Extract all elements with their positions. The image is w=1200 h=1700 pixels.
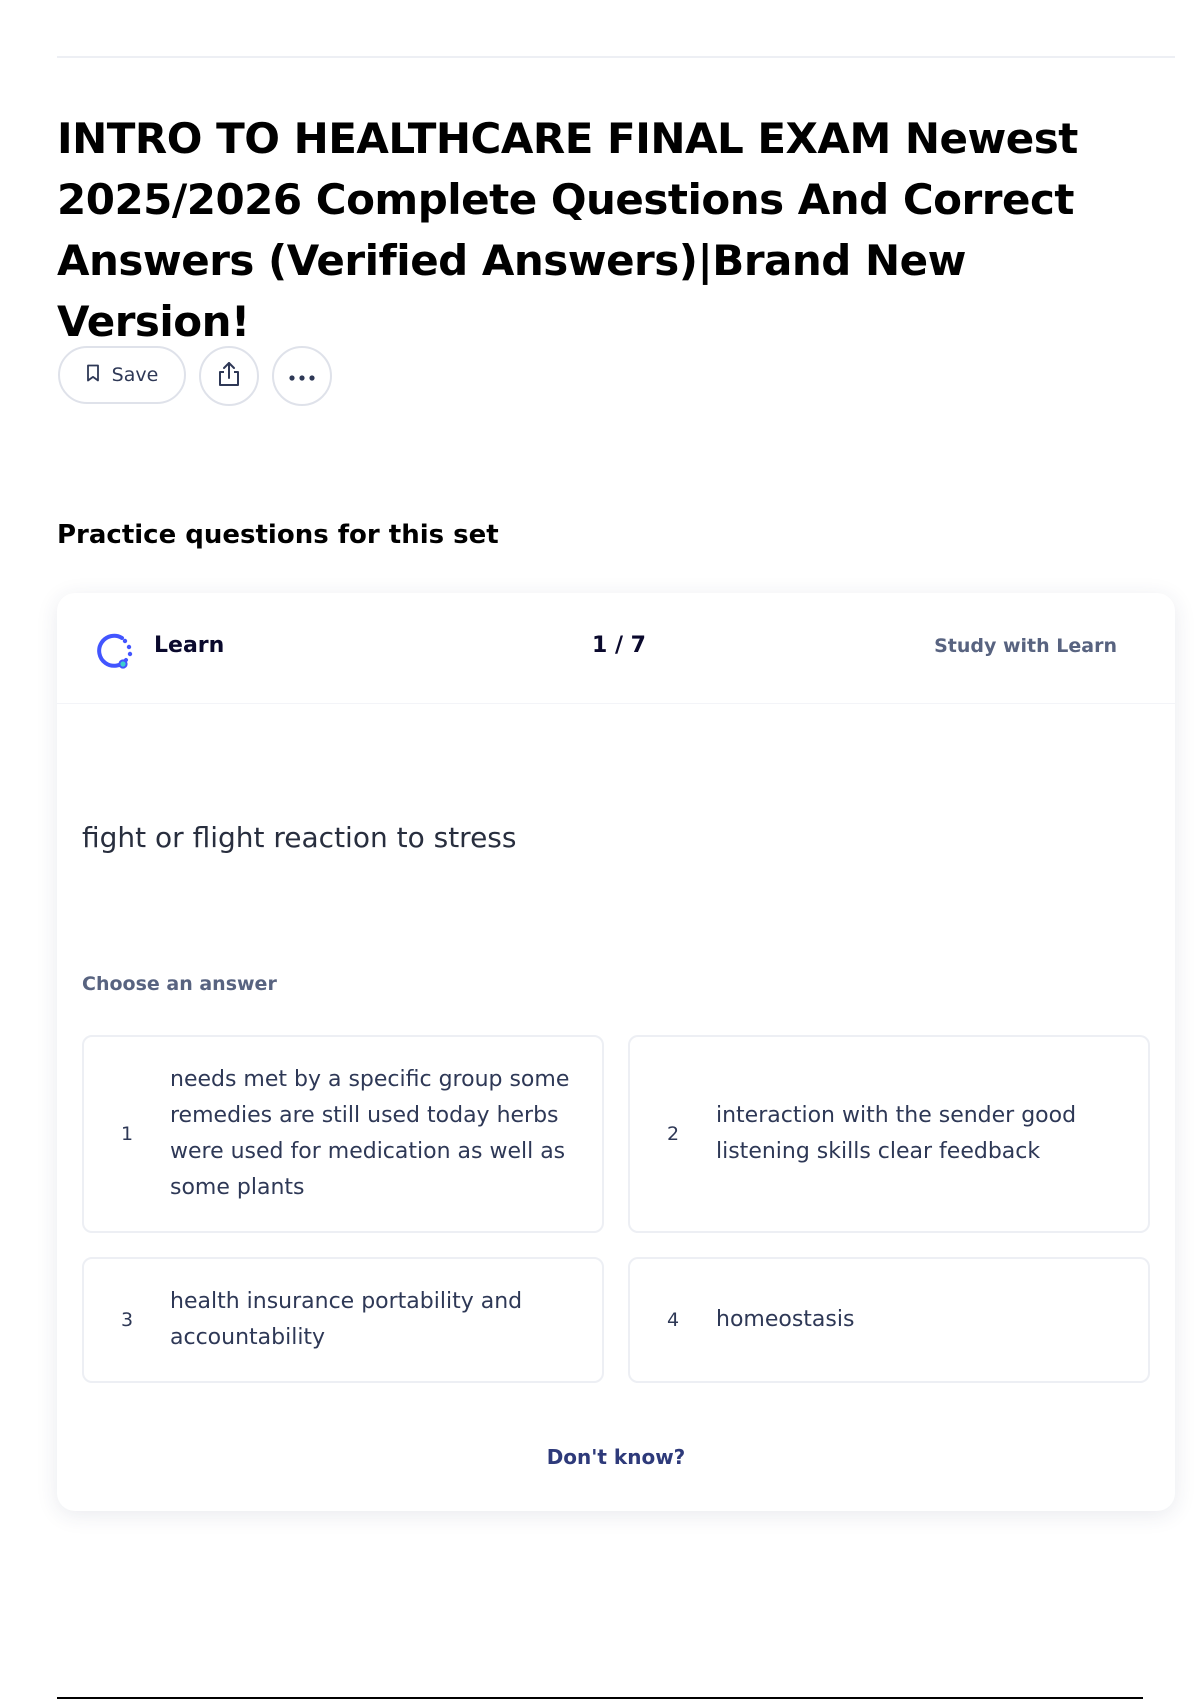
choose-answer-label: Choose an answer bbox=[82, 973, 277, 995]
bookmark-icon bbox=[86, 364, 100, 387]
option-text: needs met by a specific group some remed… bbox=[170, 1067, 570, 1200]
question-text: fight or flight reaction to stress bbox=[82, 821, 517, 854]
page: INTRO TO HEALTHCARE FINAL EXAM Newest 20… bbox=[0, 0, 1200, 1700]
top-divider bbox=[57, 56, 1175, 58]
practice-card: Learn 1 / 7 Study with Learn fight or fl… bbox=[57, 593, 1175, 1511]
card-header: Learn 1 / 7 Study with Learn bbox=[57, 593, 1175, 704]
option-text: interaction with the sender good listeni… bbox=[716, 1103, 1077, 1164]
more-icon bbox=[288, 367, 316, 386]
option-number: 4 bbox=[666, 1309, 680, 1331]
answer-option-4[interactable]: 4 homeostasis bbox=[628, 1257, 1150, 1383]
save-label: Save bbox=[111, 364, 159, 386]
learn-label: Learn bbox=[154, 633, 225, 658]
action-bar: Save bbox=[58, 346, 332, 406]
dont-know-button[interactable]: Don't know? bbox=[57, 1445, 1175, 1469]
bottom-divider bbox=[57, 1697, 1143, 1699]
share-button[interactable] bbox=[199, 346, 259, 406]
learn-icon bbox=[95, 631, 135, 671]
option-number: 3 bbox=[120, 1309, 134, 1331]
answer-option-3[interactable]: 3 health insurance portability and accou… bbox=[82, 1257, 604, 1383]
option-number: 2 bbox=[666, 1123, 680, 1145]
question-progress: 1 / 7 bbox=[592, 633, 646, 658]
document-title: INTRO TO HEALTHCARE FINAL EXAM Newest 20… bbox=[57, 114, 1078, 346]
option-text: homeostasis bbox=[716, 1307, 855, 1332]
more-options-button[interactable] bbox=[272, 346, 332, 406]
save-button[interactable]: Save bbox=[58, 346, 186, 404]
answer-option-2[interactable]: 2 interaction with the sender good liste… bbox=[628, 1035, 1150, 1233]
answer-option-1[interactable]: 1 needs met by a specific group some rem… bbox=[82, 1035, 604, 1233]
study-with-learn-link[interactable]: Study with Learn bbox=[934, 635, 1117, 657]
answer-options: 1 needs met by a specific group some rem… bbox=[82, 1035, 1150, 1383]
practice-heading: Practice questions for this set bbox=[57, 520, 499, 550]
option-number: 1 bbox=[120, 1123, 134, 1145]
option-text: health insurance portability and account… bbox=[170, 1289, 523, 1350]
share-icon bbox=[216, 360, 242, 392]
